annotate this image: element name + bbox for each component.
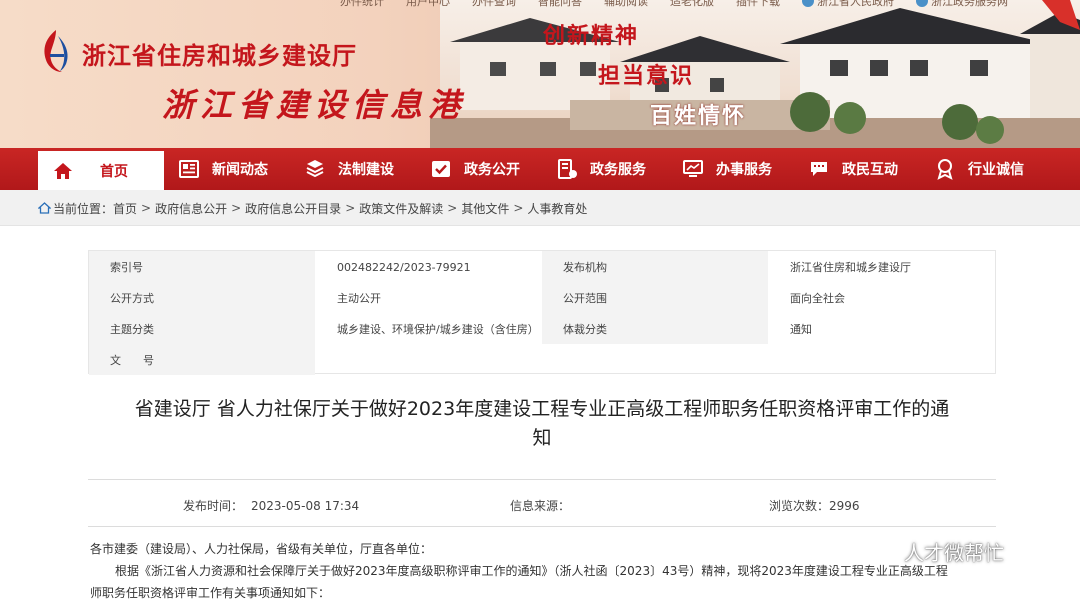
top-link[interactable]: 插件下载 — [736, 0, 780, 9]
globe-icon — [802, 0, 814, 7]
service-icon — [558, 159, 577, 179]
info-label-disclosure-method: 公开方式 — [110, 292, 154, 305]
wechat-watermark: 人才微帮忙 — [858, 537, 1004, 566]
slogan-innovation: 创新精神 — [543, 23, 640, 49]
nav-label: 办事服务 — [716, 162, 772, 178]
breadcrumb-separator: > — [345, 201, 356, 215]
nav-label: 行业诚信 — [968, 162, 1024, 178]
nav-item-gov-affairs[interactable]: 政务公开 — [430, 148, 520, 190]
department-name[interactable]: 浙江省住房和城乡建设厅 — [82, 36, 357, 71]
info-label-doc-number: 文 号 — [110, 354, 154, 367]
globe-icon — [916, 0, 928, 7]
top-link[interactable]: 智能问答 — [538, 0, 582, 9]
watermark-text: 人才微帮忙 — [904, 541, 1004, 565]
nav-label: 政民互动 — [842, 162, 898, 178]
top-link[interactable]: 适老化版 — [670, 0, 714, 9]
top-link-label: 浙江省人民政府 — [817, 0, 894, 8]
wechat-icon — [860, 539, 895, 563]
banner-houses-image — [430, 0, 1080, 148]
view-count: 浏览次数：2996 — [769, 497, 860, 514]
info-label-publisher: 发布机构 — [563, 261, 607, 274]
top-link[interactable]: 用户中心 — [406, 0, 450, 9]
nav-item-interaction[interactable]: 政民互动 — [808, 148, 898, 190]
nav-label: 政务公开 — [464, 162, 520, 178]
article-title: 省建设厅 省人力社保厅关于做好2023年度建设工程专业正高级工程师职务任职资格评… — [88, 395, 996, 453]
top-link-label: 浙江政务服务网 — [931, 0, 1008, 8]
department-logo-icon[interactable] — [38, 28, 74, 74]
nav-label: 首页 — [100, 163, 128, 180]
slogan-people: 百姓情怀 — [650, 103, 747, 129]
breadcrumb: 当前位置： 首页 > 政府信息公开 > 政府信息公开目录 > 政策文件及解读 >… — [38, 190, 587, 226]
info-value-disclosure-method: 主动公开 — [337, 292, 381, 305]
breadcrumb-link[interactable]: 首页 — [113, 200, 137, 217]
monitor-icon — [683, 160, 703, 177]
breadcrumb-link[interactable]: 人事教育处 — [527, 200, 587, 217]
nav-item-credit[interactable]: 行业诚信 — [934, 148, 1024, 190]
info-value-publisher: 浙江省住房和城乡建设厅 — [790, 261, 911, 274]
breadcrumb-link[interactable]: 其他文件 — [461, 200, 509, 217]
document-info-table: 索引号 002482242/2023-79921 发布机构 浙江省住房和城乡建设… — [88, 250, 996, 375]
site-banner: 办件统计 用户中心 办件查询 智能问答 辅助阅读 适老化版 插件下载 浙江省人民… — [0, 0, 1080, 148]
article-title-line: 省建设厅 省人力社保厅关于做好2023年度建设工程专业正高级工程师职务任职资格评… — [134, 398, 950, 420]
info-source: 信息来源： — [510, 497, 570, 514]
top-link-service[interactable]: 浙江政务服务网 — [916, 0, 1008, 9]
divider — [88, 526, 996, 527]
nav-label: 法制建设 — [338, 162, 394, 178]
breadcrumb-link[interactable]: 政策文件及解读 — [359, 200, 443, 217]
article-paragraph-line: 根据《浙江省人力资源和社会保障厅关于做好2023年度高级职称评审工作的通知》（浙… — [115, 564, 948, 578]
nav-item-law[interactable]: 法制建设 — [304, 148, 394, 190]
article-salutation: 各市建委（建设局）、人力社保局，省级有关单位，厅直各单位： — [90, 542, 433, 556]
nav-label: 新闻动态 — [212, 162, 268, 178]
view-count-label: 浏览次数： — [769, 499, 830, 513]
breadcrumb-link[interactable]: 政府信息公开目录 — [245, 200, 341, 217]
document-check-icon — [432, 161, 450, 177]
site-name: 浙江省建设信息港 — [162, 86, 467, 124]
view-count-value: 2996 — [829, 499, 860, 513]
publish-time-value: 2023-05-08 17:34 — [251, 499, 360, 513]
credit-icon — [937, 159, 953, 180]
top-link[interactable]: 办件统计 — [340, 0, 384, 9]
top-links-bar: 办件统计 用户中心 办件查询 智能问答 辅助阅读 适老化版 插件下载 浙江省人民… — [340, 0, 1008, 9]
nav-item-handle-service[interactable]: 办事服务 — [682, 148, 772, 190]
breadcrumb-bar: 当前位置： 首页 > 政府信息公开 > 政府信息公开目录 > 政策文件及解读 >… — [0, 190, 1080, 226]
top-link[interactable]: 办件查询 — [472, 0, 516, 9]
breadcrumb-separator: > — [141, 201, 152, 215]
info-value-disclosure-scope: 面向全社会 — [790, 292, 845, 305]
breadcrumb-prefix: 当前位置： — [53, 201, 114, 216]
newspaper-icon — [179, 160, 199, 178]
breadcrumb-separator: > — [231, 201, 242, 215]
slogan-responsibility: 担当意识 — [598, 63, 695, 89]
info-label-disclosure-scope: 公开范围 — [563, 292, 607, 305]
nav-label: 政务服务 — [590, 162, 646, 178]
info-value-topic: 城乡建设、环境保护/城乡建设（含住房） — [337, 323, 539, 336]
info-label-index: 索引号 — [110, 261, 143, 274]
main-navigation: 首页 新闻动态 法制建设 政务公开 政务服务 办事服务 政民互动 行业诚信 — [0, 148, 1080, 190]
article-paragraph-line: 师职务任职资格评审工作有关事项通知如下： — [90, 586, 331, 600]
info-value-index: 002482242/2023-79921 — [337, 261, 471, 274]
top-link-gov[interactable]: 浙江省人民政府 — [802, 0, 894, 9]
nav-item-news[interactable]: 新闻动态 — [178, 148, 268, 190]
chat-icon — [811, 162, 827, 176]
breadcrumb-separator: > — [447, 201, 458, 215]
article-title-line: 知 — [532, 427, 552, 449]
breadcrumb-link[interactable]: 政府信息公开 — [155, 200, 227, 217]
info-source-label: 信息来源： — [510, 499, 571, 513]
home-icon — [38, 202, 51, 214]
breadcrumb-separator: > — [513, 201, 524, 215]
top-link[interactable]: 辅助阅读 — [604, 0, 648, 9]
publish-time-label: 发布时间： — [183, 499, 244, 513]
divider — [88, 479, 996, 480]
info-label-genre: 体裁分类 — [563, 323, 607, 336]
nav-item-home[interactable]: 首页 — [38, 151, 164, 190]
publish-time: 发布时间： 2023-05-08 17:34 — [183, 497, 359, 514]
nav-item-gov-service[interactable]: 政务服务 — [556, 148, 646, 190]
home-icon — [54, 162, 72, 179]
law-icon — [306, 160, 324, 178]
info-value-genre: 通知 — [790, 323, 812, 336]
info-label-topic: 主题分类 — [110, 323, 154, 336]
